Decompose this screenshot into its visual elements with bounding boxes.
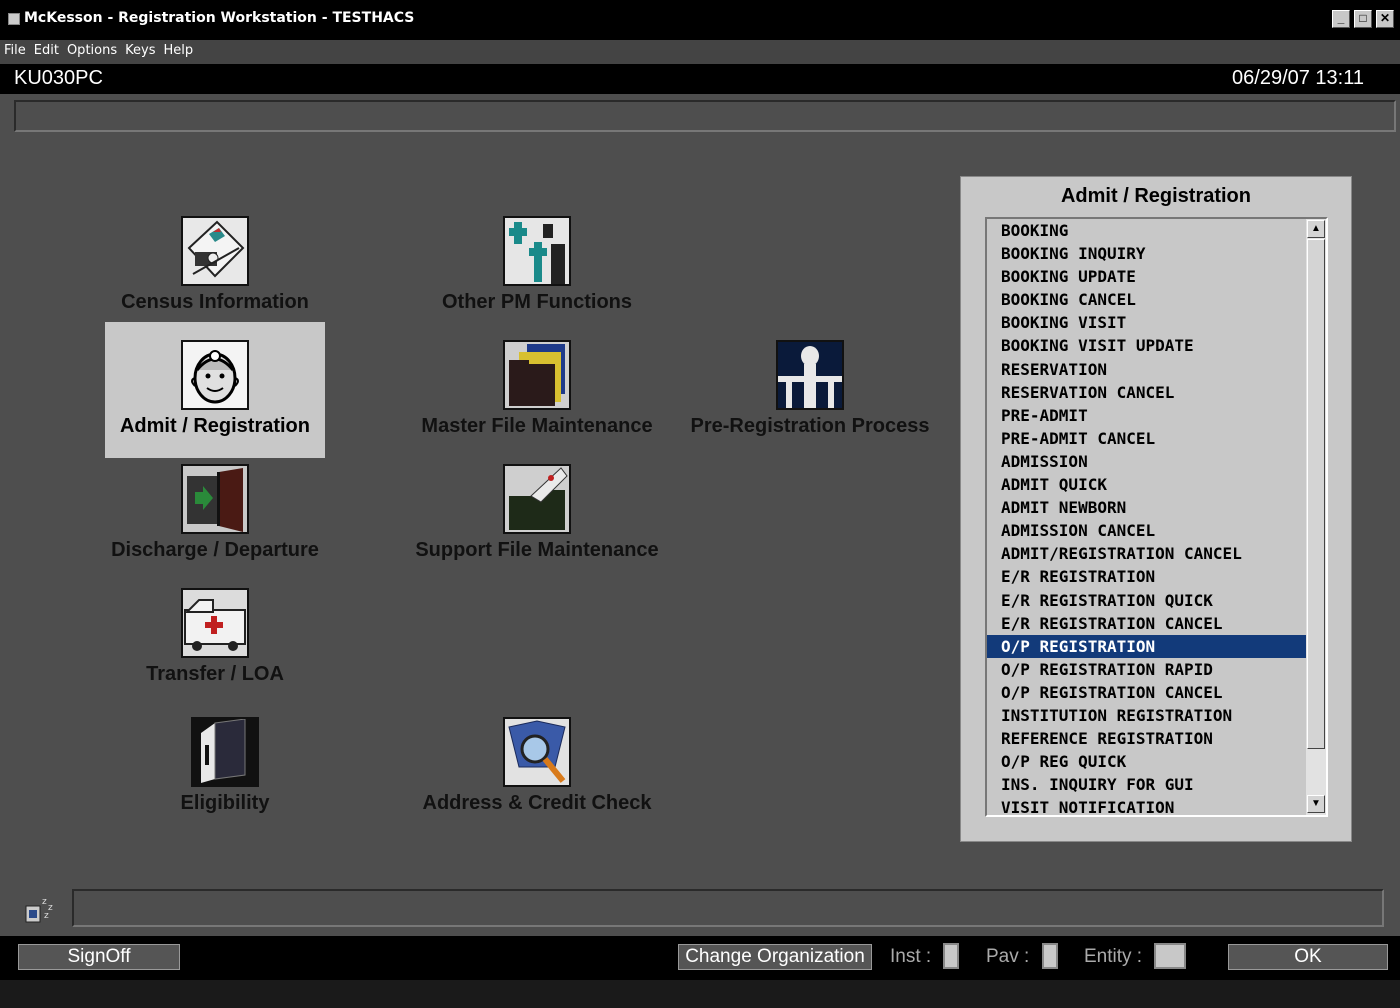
list-item[interactable]: BOOKING VISIT UPDATE bbox=[987, 334, 1311, 357]
tile-label: Address & Credit Check bbox=[422, 792, 652, 814]
menu-file[interactable]: File bbox=[0, 40, 30, 58]
inst-label: Inst : bbox=[890, 946, 932, 967]
menu-help[interactable]: Help bbox=[159, 40, 197, 58]
tile-discharge-departure[interactable]: Discharge / Departure bbox=[105, 446, 325, 582]
list-item[interactable]: ADMIT NEWBORN bbox=[987, 496, 1311, 519]
tile-census-information[interactable]: Census Information bbox=[105, 198, 325, 334]
entity-field[interactable] bbox=[1154, 943, 1186, 969]
title-bar: McKesson - Registration Workstation - TE… bbox=[0, 0, 1400, 40]
tile-transfer-loa[interactable]: Transfer / LOA bbox=[105, 570, 325, 706]
svg-text:z: z bbox=[42, 897, 47, 907]
pav-label: Pav : bbox=[986, 946, 1030, 967]
tile-label: Master File Maintenance bbox=[421, 415, 653, 437]
admit-icon bbox=[181, 340, 249, 410]
tile-pre-registration-process[interactable]: Pre-Registration Process bbox=[691, 322, 929, 458]
command-field[interactable] bbox=[14, 100, 1396, 132]
list-item[interactable]: BOOKING UPDATE bbox=[987, 265, 1311, 288]
ok-button[interactable]: OK bbox=[1228, 944, 1388, 970]
pav-field[interactable] bbox=[1042, 943, 1058, 969]
other-pm-icon bbox=[503, 216, 571, 286]
minimize-button[interactable]: _ bbox=[1332, 10, 1350, 28]
footer-bar: SignOff Change Organization Inst : Pav :… bbox=[0, 936, 1400, 980]
list-item[interactable]: VISIT NOTIFICATION bbox=[987, 796, 1311, 815]
list-item[interactable]: REFERENCE REGISTRATION bbox=[987, 727, 1311, 750]
tile-label: Admit / Registration bbox=[119, 415, 310, 437]
list-item[interactable]: PRE-ADMIT bbox=[987, 404, 1311, 427]
svg-text:z: z bbox=[48, 903, 53, 913]
list-item[interactable]: E/R REGISTRATION QUICK bbox=[987, 589, 1311, 612]
tile-label: Census Information bbox=[121, 291, 309, 313]
list-item[interactable]: BOOKING VISIT bbox=[987, 311, 1311, 334]
screen-id: KU030PC bbox=[14, 67, 103, 89]
entity-label: Entity : bbox=[1084, 946, 1143, 967]
maximize-button[interactable]: □ bbox=[1354, 10, 1372, 28]
support-file-icon bbox=[503, 464, 571, 534]
date-time: 06/29/07 13:11 bbox=[1232, 67, 1364, 89]
list-item[interactable]: O/P REG QUICK bbox=[987, 750, 1311, 773]
census-icon bbox=[181, 216, 249, 286]
menu-keys[interactable]: Keys bbox=[121, 40, 159, 58]
list-item[interactable]: BOOKING INQUIRY bbox=[987, 242, 1311, 265]
list-item[interactable]: PRE-ADMIT CANCEL bbox=[987, 427, 1311, 450]
close-button[interactable]: ✕ bbox=[1376, 10, 1394, 28]
list-item[interactable]: ADMISSION CANCEL bbox=[987, 519, 1311, 542]
function-list-panel: Admit / Registration BOOKING BOOKING INQU… bbox=[960, 176, 1352, 842]
tile-label: Eligibility bbox=[180, 792, 270, 814]
discharge-icon bbox=[181, 464, 249, 534]
tile-label: Support File Maintenance bbox=[415, 539, 659, 561]
tile-label: Discharge / Departure bbox=[111, 539, 319, 561]
list-item[interactable]: BOOKING bbox=[987, 219, 1311, 242]
scroll-up-button[interactable]: ▲ bbox=[1307, 220, 1325, 238]
menu-options[interactable]: Options bbox=[63, 40, 121, 58]
bottom-strip bbox=[0, 980, 1400, 1008]
scroll-down-button[interactable]: ▼ bbox=[1307, 795, 1325, 813]
list-item[interactable]: ADMIT/REGISTRATION CANCEL bbox=[987, 542, 1311, 565]
signoff-button[interactable]: SignOff bbox=[18, 944, 180, 970]
tile-label: Other PM Functions bbox=[442, 291, 632, 313]
tile-label: Transfer / LOA bbox=[146, 663, 284, 685]
list-scrollbar[interactable]: ▲ ▼ bbox=[1306, 219, 1326, 815]
svg-text:z: z bbox=[44, 911, 49, 921]
list-item[interactable]: RESERVATION CANCEL bbox=[987, 381, 1311, 404]
tile-support-file-maintenance[interactable]: Support File Maintenance bbox=[415, 446, 659, 582]
transfer-icon bbox=[181, 588, 249, 658]
tile-admit-registration[interactable]: Admit / Registration bbox=[105, 322, 325, 458]
list-item[interactable]: O/P REGISTRATION RAPID bbox=[987, 658, 1311, 681]
window-title: McKesson - Registration Workstation - TE… bbox=[24, 10, 415, 26]
change-organization-button[interactable]: Change Organization bbox=[678, 944, 872, 970]
tile-other-pm-functions[interactable]: Other PM Functions bbox=[427, 198, 647, 334]
master-file-icon bbox=[503, 340, 571, 410]
tile-address-credit-check[interactable]: Address & Credit Check bbox=[423, 699, 651, 835]
list-item[interactable]: RESERVATION bbox=[987, 358, 1311, 381]
menu-bar: File Edit Options Keys Help bbox=[0, 40, 1400, 64]
inst-field[interactable] bbox=[943, 943, 959, 969]
menu-edit[interactable]: Edit bbox=[30, 40, 63, 58]
list-item[interactable]: ADMIT QUICK bbox=[987, 473, 1311, 496]
list-items: BOOKING BOOKING INQUIRY BOOKING UPDATE BOOK… bbox=[987, 219, 1311, 815]
tile-eligibility[interactable]: Eligibility bbox=[115, 699, 335, 835]
main-area: Census Information Other PM Functions Ad… bbox=[0, 94, 1400, 936]
address-credit-icon bbox=[503, 717, 571, 787]
list-item[interactable]: E/R REGISTRATION CANCEL bbox=[987, 612, 1311, 635]
screen-header: KU030PC 06/29/07 13:11 bbox=[0, 64, 1400, 94]
list-item[interactable]: O/P REGISTRATION CANCEL bbox=[987, 681, 1311, 704]
tile-label: Pre-Registration Process bbox=[690, 415, 930, 437]
scroll-thumb[interactable] bbox=[1307, 239, 1325, 749]
eligibility-icon bbox=[191, 717, 259, 787]
list-item[interactable]: INS. INQUIRY FOR GUI bbox=[987, 773, 1311, 796]
message-bar bbox=[72, 889, 1384, 927]
tile-master-file-maintenance[interactable]: Master File Maintenance bbox=[421, 322, 653, 458]
function-list[interactable]: BOOKING BOOKING INQUIRY BOOKING UPDATE BOOK… bbox=[985, 217, 1328, 817]
app-icon[interactable] bbox=[8, 13, 20, 25]
list-item[interactable]: INSTITUTION REGISTRATION bbox=[987, 704, 1311, 727]
list-item[interactable]: O/P REGISTRATION bbox=[987, 634, 1311, 658]
sleep-icon[interactable]: z z z bbox=[24, 894, 58, 924]
list-item[interactable]: ADMISSION bbox=[987, 450, 1311, 473]
list-item[interactable]: E/R REGISTRATION bbox=[987, 565, 1311, 588]
pre-registration-icon bbox=[776, 340, 844, 410]
list-item[interactable]: BOOKING CANCEL bbox=[987, 288, 1311, 311]
panel-title: Admit / Registration bbox=[1060, 185, 1251, 207]
